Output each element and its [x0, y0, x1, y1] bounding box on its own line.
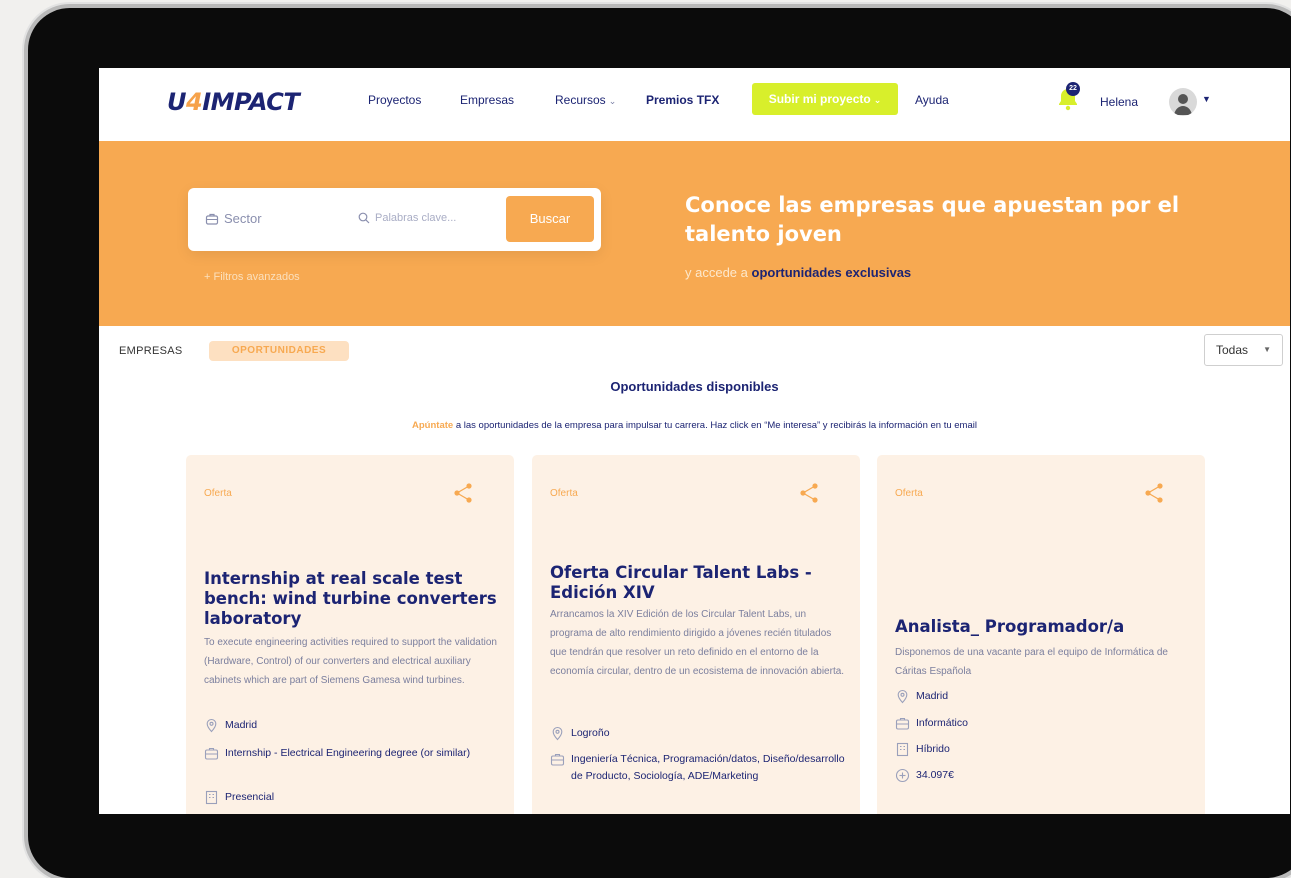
- card-location-text: Madrid: [916, 690, 949, 702]
- section-subtitle-highlight: Apúntate: [412, 420, 454, 431]
- search-box: Sector Palabras clave... Buscar: [188, 188, 601, 251]
- chevron-down-icon: ⌄: [873, 95, 882, 105]
- tab-empresas[interactable]: EMPRESAS: [119, 345, 183, 357]
- notification-count-badge: 22: [1066, 82, 1080, 96]
- tablet-frame: U4IMPACT Proyectos Empresas Recursos ⌄ Pr…: [28, 8, 1291, 878]
- card-title[interactable]: Oferta Circular Talent Labs - Edición XI…: [550, 563, 845, 603]
- top-navbar: U4IMPACT Proyectos Empresas Recursos ⌄ Pr…: [99, 68, 1290, 141]
- tab-oportunidades[interactable]: OPORTUNIDADES: [209, 341, 349, 361]
- logo-four: 4: [186, 88, 203, 116]
- card-location: Madrid: [895, 688, 1190, 705]
- avatar[interactable]: [1169, 88, 1197, 116]
- opportunity-card[interactable]: Oferta Internship at real scale test ben…: [186, 455, 514, 814]
- hero-subtitle-prefix: y accede a: [685, 265, 748, 280]
- section-title: Oportunidades disponibles: [610, 379, 779, 394]
- plus-circle-icon: [895, 768, 910, 783]
- card-title[interactable]: Internship at real scale test bench: win…: [204, 569, 499, 629]
- keywords-placeholder: Palabras clave...: [375, 212, 457, 224]
- card-title[interactable]: Analista_ Programador/a: [895, 617, 1190, 637]
- exclusive-opportunities-link[interactable]: oportunidades exclusivas: [752, 265, 912, 280]
- share-icon[interactable]: [452, 482, 474, 504]
- search-button[interactable]: Buscar: [506, 196, 594, 242]
- nav-link-premios-tfx[interactable]: Premios TFX: [646, 93, 719, 107]
- caret-down-icon: ▼: [1263, 345, 1271, 354]
- section-subtitle-text: a las oportunidades de la empresa para i…: [453, 420, 977, 431]
- briefcase-icon: [895, 717, 910, 730]
- upload-project-button[interactable]: Subir mi proyecto ⌄: [752, 83, 898, 115]
- chevron-down-icon: ⌄: [608, 96, 617, 106]
- card-area-text: Ingeniería Técnica, Programación/datos, …: [571, 753, 845, 782]
- filter-select-value: Todas: [1216, 343, 1249, 357]
- nav-link-ayuda[interactable]: Ayuda: [915, 93, 949, 107]
- caret-down-icon[interactable]: ▼: [1202, 94, 1211, 104]
- card-area-text: Internship - Electrical Engineering degr…: [225, 747, 471, 759]
- hero-banner: Sector Palabras clave... Buscar + Filtro…: [99, 141, 1290, 326]
- building-icon: [896, 742, 909, 757]
- sector-select[interactable]: Sector: [205, 211, 262, 226]
- card-location: Logroño: [550, 725, 845, 742]
- briefcase-icon: [204, 747, 219, 760]
- browser-viewport: U4IMPACT Proyectos Empresas Recursos ⌄ Pr…: [99, 68, 1290, 814]
- location-pin-icon: [552, 726, 563, 741]
- card-modality: Presencial: [204, 789, 499, 806]
- opportunity-card[interactable]: Oferta Oferta Circular Talent Labs - Edi…: [532, 455, 860, 814]
- keywords-search-input[interactable]: Palabras clave...: [358, 212, 456, 224]
- card-location-text: Madrid: [225, 719, 258, 731]
- building-icon: [205, 790, 218, 805]
- opportunity-card[interactable]: Oferta Analista_ Programador/a Disponemo…: [877, 455, 1205, 814]
- card-location: Madrid: [204, 717, 499, 734]
- card-area: Internship - Electrical Engineering degr…: [204, 745, 499, 762]
- card-area: Informático: [895, 715, 1190, 732]
- location-pin-icon: [206, 718, 217, 733]
- nav-link-proyectos[interactable]: Proyectos: [368, 93, 421, 107]
- card-modality: Híbrido: [895, 741, 1190, 758]
- share-icon[interactable]: [1143, 482, 1165, 504]
- logo-suffix: IMPACT: [202, 88, 300, 116]
- briefcase-icon: [550, 753, 565, 766]
- card-salary-text: 34.097€: [916, 769, 954, 781]
- brand-logo[interactable]: U4IMPACT: [167, 88, 300, 116]
- card-description: To execute engineering activities requir…: [204, 637, 497, 686]
- nav-link-empresas[interactable]: Empresas: [460, 93, 514, 107]
- search-icon: [358, 212, 370, 224]
- card-area-text: Informático: [916, 717, 968, 729]
- logo-prefix: U: [167, 88, 187, 116]
- card-tag: Oferta: [895, 488, 923, 499]
- sector-label: Sector: [224, 211, 262, 226]
- user-name[interactable]: Helena: [1100, 95, 1138, 109]
- location-pin-icon: [897, 689, 908, 704]
- opportunity-filter-select[interactable]: Todas ▼: [1204, 334, 1283, 366]
- card-modality-text: Híbrido: [916, 743, 950, 755]
- nav-link-recursos-label: Recursos: [555, 93, 606, 107]
- nav-link-recursos[interactable]: Recursos ⌄: [555, 93, 616, 107]
- advanced-filters-link[interactable]: + Filtros avanzados: [204, 271, 300, 283]
- share-icon[interactable]: [798, 482, 820, 504]
- briefcase-icon: [205, 213, 219, 225]
- card-description: Disponemos de una vacante para el equipo…: [895, 647, 1168, 677]
- card-location-text: Logroño: [571, 727, 610, 739]
- card-tag: Oferta: [204, 488, 232, 499]
- card-tag: Oferta: [550, 488, 578, 499]
- section-subtitle: Apúntate a las oportunidades de la empre…: [99, 420, 1290, 431]
- card-description: Arrancamos la XIV Edición de los Circula…: [550, 609, 845, 677]
- hero-subtitle: y accede a oportunidades exclusivas: [685, 265, 911, 280]
- user-silhouette-icon: [1174, 94, 1192, 115]
- card-area: Ingeniería Técnica, Programación/datos, …: [550, 751, 845, 785]
- card-modality-text: Presencial: [225, 791, 275, 803]
- hero-title: Conoce las empresas que apuestan por el …: [685, 193, 1180, 246]
- upload-project-label: Subir mi proyecto: [768, 92, 871, 106]
- card-salary: 34.097€: [895, 767, 1190, 784]
